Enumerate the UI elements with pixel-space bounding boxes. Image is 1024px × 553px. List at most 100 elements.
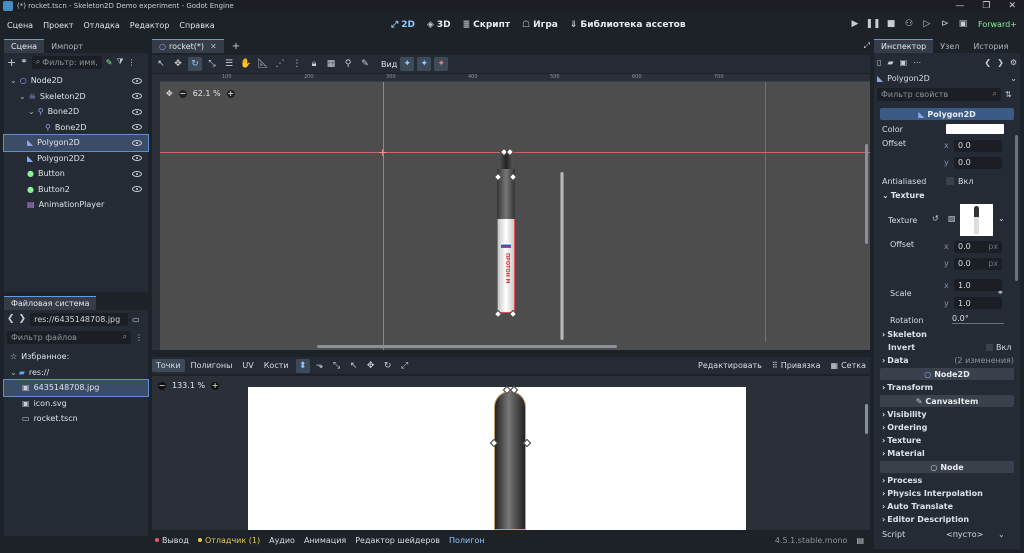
inspector-section[interactable]: › Process: [874, 474, 1020, 487]
tab-inspector-0[interactable]: Инспектор: [874, 39, 934, 53]
select-tool-icon[interactable]: ↖: [154, 57, 168, 71]
pause-icon[interactable]: ❚❚: [865, 17, 880, 31]
tools-icon[interactable]: ⚙: [1010, 58, 1017, 67]
move-point-icon[interactable]: ⬎: [313, 359, 327, 373]
scene-node-animationplayer[interactable]: ▤ AnimationPlayer: [4, 197, 148, 213]
texture-preview[interactable]: [960, 204, 993, 236]
menu-dots-icon[interactable]: ⋮: [128, 58, 136, 67]
movie-icon[interactable]: ▣: [956, 17, 970, 31]
back-icon[interactable]: ❮: [7, 314, 15, 324]
inspector-scrollbar[interactable]: [1015, 135, 1018, 281]
menu-item[interactable]: Редактор: [125, 21, 175, 30]
bone-tool-icon[interactable]: ⚲: [341, 57, 355, 71]
polygon-editor-tab-0[interactable]: Точки: [152, 359, 185, 372]
open-folder-icon[interactable]: ▰: [887, 58, 893, 67]
chevron-down-icon[interactable]: ⌄: [10, 76, 17, 85]
split-view-icon[interactable]: ▭: [132, 315, 140, 324]
invert-checkbox[interactable]: [986, 344, 993, 351]
select-point-icon[interactable]: ↖: [347, 359, 361, 373]
workspace-3[interactable]: ≣ Скрипт: [457, 20, 516, 30]
scene-node-skeleton2d[interactable]: ⌄ ☠ Skeleton2D: [4, 89, 148, 105]
visibility-eye-icon[interactable]: [132, 124, 142, 131]
move-tool-icon[interactable]: ✥: [171, 57, 185, 71]
polygon-editor-canvas[interactable]: − 133.1 % +: [152, 376, 870, 530]
fullscreen-icon[interactable]: ⤢: [864, 41, 870, 51]
chevron-down-icon[interactable]: ⌄: [998, 530, 1005, 539]
polygon-editor-tab-3[interactable]: Кости: [260, 359, 293, 372]
menu-item[interactable]: Отладка: [79, 21, 125, 30]
add-node-icon[interactable]: +: [7, 56, 16, 69]
tab-scene-0[interactable]: Сцена: [4, 39, 45, 53]
scene-node-bone2d[interactable]: ⌄ ⚲ Bone2D: [4, 104, 148, 120]
pin-icon[interactable]: ✎: [358, 57, 372, 71]
inspector-section[interactable]: › Texture: [874, 434, 1020, 447]
visibility-eye-icon[interactable]: [132, 108, 142, 115]
data-section[interactable]: › Data (2 изменения): [874, 354, 1020, 367]
maximize-icon[interactable]: ❐: [982, 1, 990, 11]
property-filter-input[interactable]: Фильтр свойств: [881, 90, 948, 99]
inspected-node-type[interactable]: Polygon2D: [887, 74, 930, 83]
chevron-down-icon[interactable]: ⌄: [28, 107, 35, 116]
reset-icon[interactable]: ↺: [932, 214, 939, 223]
menu-item[interactable]: Проект: [38, 21, 78, 30]
history-forward-icon[interactable]: ❯: [997, 58, 1004, 67]
scene-filter-input[interactable]: Фильтр: имя, t:: [42, 58, 98, 67]
tex-offset-x-field[interactable]: 0.0: [958, 242, 971, 251]
visibility-eye-icon[interactable]: [132, 93, 142, 100]
scale-tool-icon[interactable]: ⤡: [205, 57, 219, 71]
texture-section[interactable]: ⌄ Texture: [874, 189, 1020, 202]
layout-icon[interactable]: ▤: [856, 536, 870, 545]
tab-inspector-1[interactable]: Узел: [933, 39, 966, 53]
antialiased-checkbox[interactable]: [946, 177, 954, 185]
object-menu-icon[interactable]: ⋯: [913, 58, 921, 67]
move-icon[interactable]: ✥: [364, 359, 378, 373]
second-polygon[interactable]: [560, 172, 564, 340]
favorites-item[interactable]: ☆ Избранное:: [4, 349, 148, 365]
tab-scene-1[interactable]: Импорт: [44, 39, 90, 53]
bottom-tab-1[interactable]: Отладчик (1): [197, 536, 260, 545]
scene-node-button2[interactable]: ● Button2: [4, 182, 148, 198]
remote-debug-icon[interactable]: ⚇: [902, 17, 916, 31]
grid-button[interactable]: Сетка: [841, 361, 866, 370]
scene-node-polygon2d[interactable]: ◣ Polygon2D: [3, 134, 149, 152]
save-icon[interactable]: ▣: [900, 58, 908, 67]
bottom-tab-5[interactable]: Полигон: [449, 536, 485, 545]
play-icon[interactable]: ▶: [848, 17, 862, 31]
scale-y-field[interactable]: 1.0: [954, 297, 1002, 309]
scale-x-field[interactable]: 1.0: [954, 279, 1002, 291]
view-menu[interactable]: Вид: [381, 60, 397, 69]
bottom-tab-0[interactable]: Вывод: [155, 536, 189, 545]
new-resource-icon[interactable]: ▯: [877, 58, 881, 67]
file-filter-input[interactable]: Фильтр файлов: [11, 333, 77, 342]
zoom-out-icon[interactable]: −: [158, 381, 166, 390]
chevron-down-icon[interactable]: ⌄: [998, 214, 1005, 223]
pan-tool-icon[interactable]: ✋: [239, 57, 253, 71]
scene-tab[interactable]: ○ rocket(*) ✕: [152, 39, 224, 53]
menu-item[interactable]: Справка: [174, 21, 219, 30]
scene-node-polygon2d2[interactable]: ◣ Polygon2D2: [4, 151, 148, 167]
workspace-4[interactable]: ☖ Игра: [516, 20, 564, 30]
rotate-tool-icon[interactable]: ↻: [188, 57, 202, 71]
key-rotation-icon[interactable]: ✦: [417, 57, 432, 71]
center-view-icon[interactable]: ✥: [166, 89, 173, 98]
scene-node-bone2d[interactable]: ⚲ Bone2D: [4, 120, 148, 136]
inspector-section[interactable]: › Editor Description: [874, 513, 1020, 526]
color-swatch[interactable]: [946, 124, 1004, 134]
file-item[interactable]: ▭ rocket.tscn: [4, 411, 148, 427]
scene-node-button[interactable]: ● Button: [4, 166, 148, 182]
menu-item[interactable]: Сцена: [2, 21, 38, 30]
visibility-eye-icon[interactable]: [132, 170, 142, 177]
snap-button[interactable]: Привязка: [781, 361, 821, 370]
canvas-viewport[interactable]: 100 200 300 400 500 600 700 ✥ − 62.1 % + + ПРО…: [152, 74, 870, 350]
polygon-handle[interactable]: [508, 309, 518, 319]
tex-offset-y-field[interactable]: 0.0: [958, 259, 971, 268]
minimize-icon[interactable]: —: [955, 1, 964, 11]
scrollbar-v[interactable]: [865, 144, 868, 244]
uv-scrollbar[interactable]: [865, 404, 868, 434]
forward-icon[interactable]: ❯: [19, 314, 27, 324]
scene-node-node2d[interactable]: ⌄ ○ Node2D: [4, 73, 148, 89]
rotate-icon[interactable]: ↻: [381, 359, 395, 373]
visibility-eye-icon[interactable]: [132, 139, 142, 146]
edit-button[interactable]: Редактировать: [698, 361, 762, 370]
scrollbar-h[interactable]: [317, 345, 617, 348]
